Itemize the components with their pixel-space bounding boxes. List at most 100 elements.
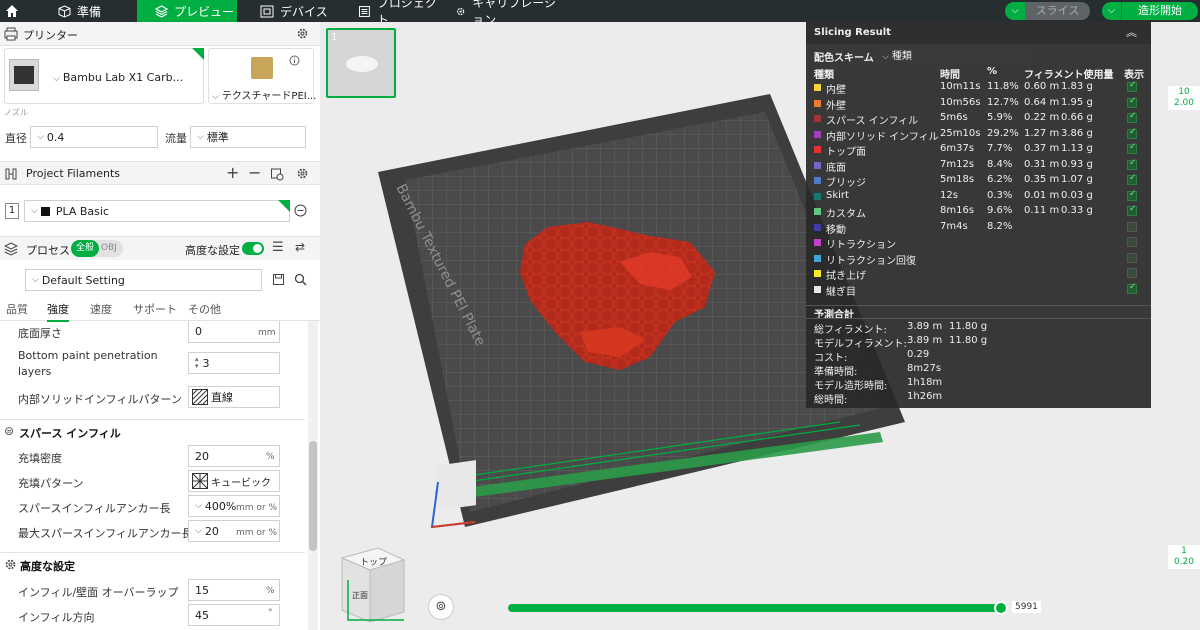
save-icon[interactable] [272,273,285,286]
rectilinear-pattern-icon [192,389,208,405]
settings-scrollbar[interactable] [308,321,318,630]
feature-color-swatch [814,239,821,246]
toggle-object[interactable]: OBJ [101,240,117,257]
slicing-result-title: Slicing Result [814,27,891,38]
tab-device[interactable]: デバイス [260,0,340,22]
filament-name: PLA Basic [55,204,109,218]
flow-select[interactable]: ⌵ 標準 [190,126,306,148]
color-scheme-select[interactable]: ⌵ 種類 [878,47,1032,62]
feature-visibility-checkbox[interactable] [1127,252,1137,263]
filaments-section-header: Project Filaments + − [0,161,320,185]
plate-select-card[interactable]: ⌵ テクスチャードPEI... [208,48,316,104]
print-button[interactable]: 造形開始 [1122,2,1198,20]
process-preset-select[interactable]: ⌵ Default Setting [25,269,262,291]
toggle-global[interactable]: 全般 [71,240,99,257]
internal-solid-pattern-select[interactable]: 直線 [188,386,280,408]
home-button[interactable] [0,0,24,22]
tab-preview[interactable]: プレビュー [137,0,237,22]
purge-block [436,460,476,511]
result-row: 拭き上げ [806,266,1151,282]
infill-pattern-select[interactable]: キュービック [188,470,280,492]
fit-view-icon[interactable]: ⊚ [428,594,454,620]
summary-value-2: 11.80 g [949,321,988,332]
search-icon[interactable] [294,273,307,286]
layer-bottom-indicator[interactable]: 1 0.20 [1168,545,1200,569]
add-filament-button[interactable]: + [226,163,239,182]
filament-settings-icon[interactable] [296,167,309,180]
result-row: スパース インフィル 5m6s 5.9% 0.22 m 0.66 g [806,111,1151,127]
summary-value: 0.29 [907,349,930,360]
feature-time: 5m18s [940,174,975,185]
remove-filament-button[interactable]: − [248,163,261,182]
feature-visibility-checkbox[interactable] [1127,127,1137,139]
feature-visibility-checkbox[interactable] [1127,221,1137,232]
printer-select-card[interactable]: ⌵ Bambu Lab X1 Carb... [4,48,204,104]
tab-quality[interactable]: 品質 [6,301,28,317]
list-view-icon[interactable]: ☰ [272,240,284,255]
stepper-arrows-icon[interactable]: ▴ ▾ [195,356,199,370]
feature-color-swatch [814,254,821,262]
feature-visibility-checkbox[interactable] [1127,268,1137,278]
feature-visibility-checkbox[interactable] [1127,96,1137,108]
filament-sync-icon[interactable] [270,167,284,181]
result-row: カスタム 8m16s 9.6% 0.11 m 0.33 g [806,204,1151,220]
bottom-paint-stepper[interactable]: ▴ ▾ 3 [188,352,280,374]
tab-strength[interactable]: 強度 [47,301,69,322]
feature-percent: 29.2% [987,127,1019,139]
feature-visibility-checkbox[interactable] [1127,282,1137,294]
feature-visibility-checkbox[interactable] [1127,111,1137,123]
feature-weight: 3.86 g [1061,127,1093,139]
tab-others[interactable]: その他 [188,301,221,317]
col-type: 種類 [814,70,834,81]
process-preset-value: Default Setting [41,273,125,287]
slice-button[interactable]: スライス [1025,2,1090,20]
compare-icon[interactable]: ⇄ [295,240,305,254]
settings-gear-icon[interactable] [296,27,309,40]
advanced-settings-switch[interactable] [242,242,264,255]
tab-support[interactable]: サポート [133,301,177,317]
tab-calibration[interactable]: キャリブレーション [455,0,565,27]
feature-visibility-checkbox[interactable] [1127,237,1137,247]
tab-project[interactable]: プロジェクト [358,0,448,27]
print-dropdown-button[interactable]: ⌵ [1102,2,1122,20]
result-row: ブリッジ 5m18s 6.2% 0.35 m 1.07 g [806,173,1151,189]
scrollbar-thumb[interactable] [309,441,317,551]
infill-anchor-max-label: 最大スパースインフィルアンカー長 [18,527,193,540]
feature-visibility-checkbox[interactable] [1127,204,1137,216]
summary-row: モデル造形時間: 1h18m [806,376,1151,392]
view-cube[interactable]: トップ 正面 [338,540,418,630]
feature-visibility-checkbox[interactable] [1127,158,1137,170]
chevron-down-icon: ⌵ [882,52,889,62]
slicing-result-header: Slicing Result ︽ [806,22,1151,44]
move-slider-track[interactable] [508,601,1008,615]
feature-length: 0.64 m [1024,96,1060,108]
nozzle-diameter-select[interactable]: ⌵ 0.4 [30,126,158,148]
sparse-infill-icon: ⊜ [4,424,15,438]
infill-direction-input[interactable]: 45 [188,604,280,626]
feature-visibility-checkbox[interactable] [1127,173,1137,185]
advanced-settings-label: 高度な設定 [185,244,240,257]
feature-visibility-checkbox[interactable] [1127,80,1137,92]
tab-speed[interactable]: 速度 [90,301,112,317]
infill-direction-unit: ° [268,608,273,618]
summary-row: コスト: 0.29 [806,348,1151,364]
summary-row: 総フィラメント: 3.89 m 11.80 g [806,320,1151,336]
feature-time: 6m37s [940,143,975,154]
slice-dropdown-button[interactable]: ⌵ [1005,2,1025,20]
info-icon[interactable] [289,55,300,66]
feature-visibility-checkbox[interactable] [1127,142,1137,154]
tab-prepare[interactable]: 準備 [56,0,134,22]
divider [0,552,305,553]
infill-density-value: 20 [195,449,209,463]
global-object-toggle[interactable]: 全般 OBJ [71,240,123,257]
remove-circle-icon[interactable] [294,204,307,217]
internal-solid-pattern-value: 直線 [211,391,233,404]
collapse-icon[interactable]: ︽ [1126,24,1137,40]
layer-top-number: 10 [1178,87,1190,97]
feature-color-swatch [814,115,821,122]
layer-top-indicator[interactable]: 10 2.00 [1168,86,1200,110]
feature-visibility-checkbox[interactable] [1127,189,1137,201]
move-slider-thumb[interactable] [994,601,1008,615]
filament-select[interactable]: ⌵ PLA Basic [24,200,290,222]
feature-name: Skirt [826,189,849,201]
